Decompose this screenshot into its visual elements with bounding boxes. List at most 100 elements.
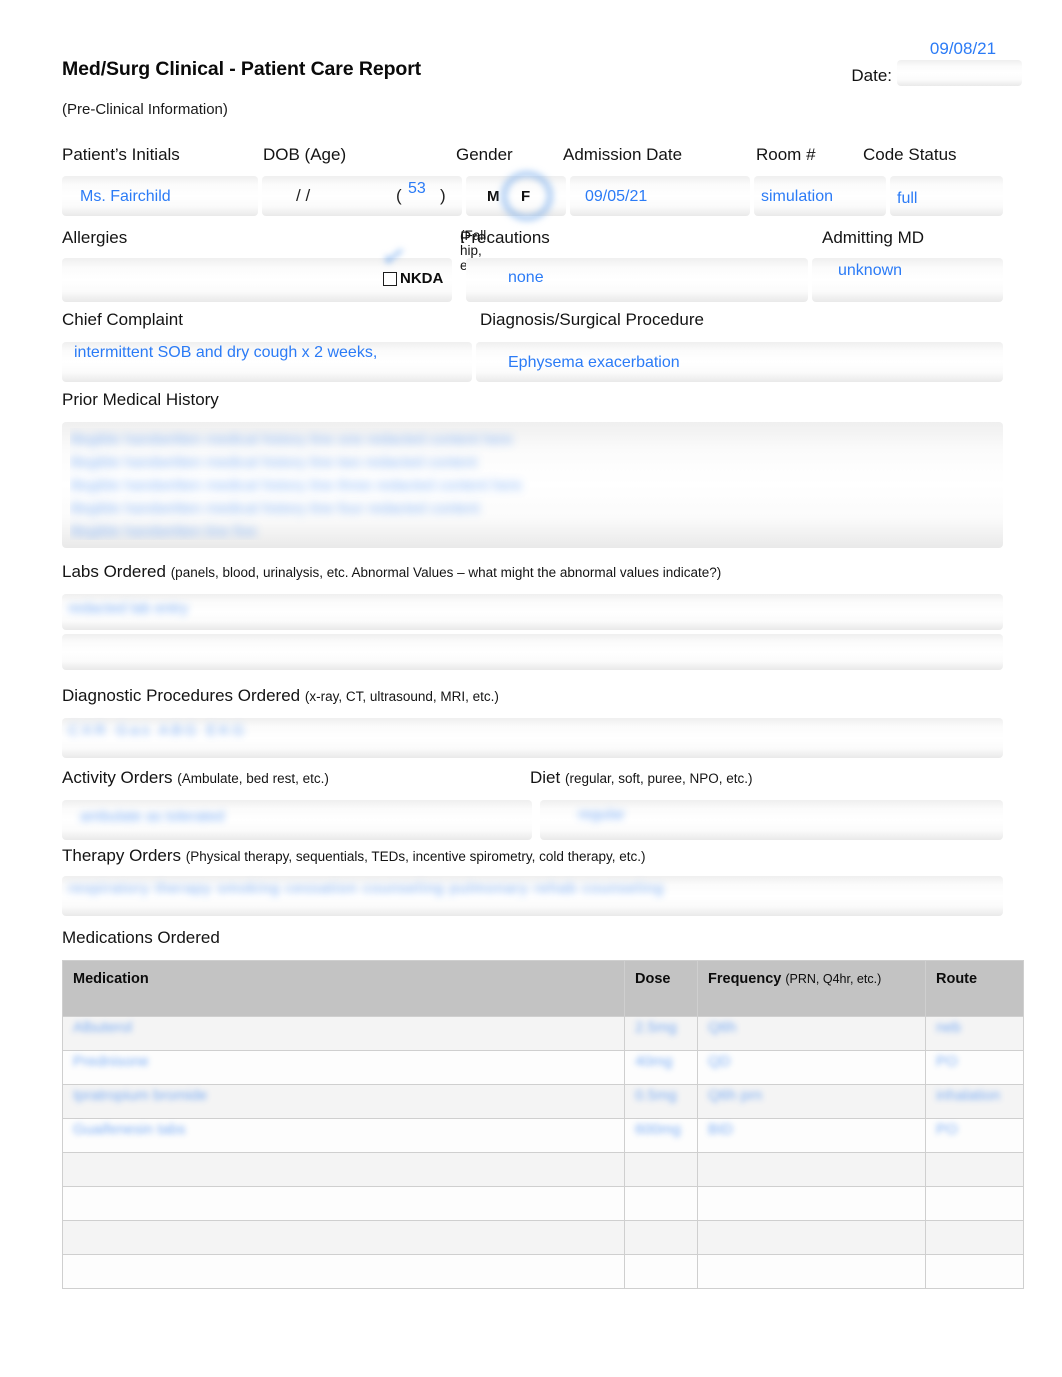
cell-route[interactable]: PO: [925, 1118, 1024, 1153]
gender-option-male[interactable]: M: [487, 188, 500, 205]
column-header-dose: Dose: [624, 960, 698, 1017]
medications-table-header: Medication Dose Frequency (PRN, Q4hr, et…: [62, 960, 1024, 1017]
column-header-frequency-hint: (PRN, Q4hr, etc.): [785, 972, 882, 986]
label-activity-orders: Activity Orders (Ambulate, bed rest, etc…: [62, 768, 329, 787]
label-patient-initials: Patient’s Initials: [62, 145, 180, 164]
table-row[interactable]: [62, 1254, 1024, 1289]
cell-dose[interactable]: 600mg: [624, 1118, 698, 1153]
report-header: Med/Surg Clinical - Patient Care Report …: [62, 58, 421, 118]
cell-dose[interactable]: 40mg: [624, 1050, 698, 1085]
label-diet-hint: (regular, soft, puree, NPO, etc.): [564, 771, 753, 786]
label-diet: Diet (regular, soft, puree, NPO, etc.): [530, 768, 753, 787]
label-code-status: Code Status: [863, 145, 957, 164]
cell-medication[interactable]: Guaifenesin tabs: [62, 1118, 625, 1153]
table-row[interactable]: Albuterol 2.5mg Q6h neb: [62, 1016, 1024, 1051]
activity-orders-value: ambulate as tolerated: [80, 808, 225, 825]
date-field-group: Date: 09/08/21: [851, 39, 1022, 86]
cell-frequency[interactable]: Q6h prn: [697, 1084, 926, 1119]
admission-date-value: 09/05/21: [585, 188, 648, 205]
page-subtitle: (Pre-Clinical Information): [62, 101, 228, 118]
chief-complaint-value: intermittent SOB and dry cough x 2 weeks…: [74, 344, 378, 361]
label-admission-date: Admission Date: [563, 145, 683, 164]
dob-age-input[interactable]: [262, 176, 462, 216]
diagnostic-procedures-value: CXR Gas ABG EKG: [68, 722, 248, 739]
nkda-label: NKDA: [400, 270, 444, 287]
cell-route[interactable]: inhalation: [925, 1084, 1024, 1119]
label-activity-orders-hint: (Ambulate, bed rest, etc.): [177, 771, 329, 786]
label-therapy-orders: Therapy Orders (Physical therapy, sequen…: [62, 846, 646, 865]
cell-route[interactable]: neb: [925, 1016, 1024, 1051]
labs-ordered-input-line2[interactable]: [62, 634, 1003, 670]
table-row[interactable]: [62, 1186, 1024, 1221]
cell-route[interactable]: [925, 1220, 1024, 1255]
patient-care-report-page: Med/Surg Clinical - Patient Care Report …: [0, 0, 1062, 1377]
label-medications-ordered: Medications Ordered: [62, 928, 220, 947]
room-number-value: simulation: [761, 188, 834, 205]
gender-selected-circle-annotation: [501, 171, 553, 221]
cell-route[interactable]: [925, 1254, 1024, 1289]
cell-frequency[interactable]: QD: [697, 1050, 926, 1085]
dob-value: / /: [296, 186, 311, 205]
medications-table-body: Albuterol 2.5mg Q6h neb Prednisone 40mg …: [62, 1016, 1024, 1289]
label-dob-age: DOB (Age): [263, 145, 347, 164]
cell-medication[interactable]: Ipratropium bromide: [62, 1084, 625, 1119]
cell-medication[interactable]: [62, 1186, 625, 1221]
column-header-route: Route: [925, 960, 1024, 1017]
table-row[interactable]: Guaifenesin tabs 600mg BID PO: [62, 1118, 1024, 1153]
label-labs-ordered: Labs Ordered (panels, blood, urinalysis,…: [62, 562, 722, 581]
cell-medication[interactable]: Albuterol: [62, 1016, 625, 1051]
diet-value: regular: [578, 806, 625, 823]
cell-dose[interactable]: [624, 1152, 698, 1187]
cell-frequency[interactable]: Q6h: [697, 1016, 926, 1051]
age-open-paren: (: [396, 186, 402, 205]
cell-route[interactable]: [925, 1186, 1024, 1221]
table-row[interactable]: [62, 1152, 1024, 1187]
cell-dose[interactable]: [624, 1254, 698, 1289]
cell-frequency[interactable]: BID: [697, 1118, 926, 1153]
cell-frequency[interactable]: [697, 1152, 926, 1187]
label-diagnostic-procedures-hint: (x-ray, CT, ultrasound, MRI, etc.): [304, 689, 499, 704]
label-diagnosis: Diagnosis/Surgical Procedure: [480, 310, 704, 329]
age-close-paren: ): [440, 186, 446, 205]
admitting-md-value: unknown: [838, 262, 903, 279]
therapy-orders-value: respiratory therapy smoking cessation co…: [68, 880, 665, 897]
date-value: 09/08/21: [929, 39, 997, 58]
prior-medical-history-value: illegible handwritten medical history li…: [70, 431, 522, 540]
cell-dose[interactable]: 2.5mg: [624, 1016, 698, 1051]
table-row[interactable]: Prednisone 40mg QD PO: [62, 1050, 1024, 1085]
date-input[interactable]: 09/08/21: [897, 39, 1022, 86]
identity-labels-row: Patient’s Initials DOB (Age) Gender Admi…: [0, 145, 1062, 169]
cell-frequency[interactable]: [697, 1220, 926, 1255]
column-header-medication: Medication: [62, 960, 625, 1017]
label-labs-ordered-hint: (panels, blood, urinalysis, etc. Abnorma…: [170, 565, 722, 580]
medications-table: Medication Dose Frequency (PRN, Q4hr, et…: [62, 960, 1024, 1289]
page-title: Med/Surg Clinical - Patient Care Report: [62, 58, 422, 80]
cell-medication[interactable]: [62, 1152, 625, 1187]
cell-medication[interactable]: [62, 1254, 625, 1289]
labs-ordered-value: redacted lab entry: [68, 600, 189, 617]
cell-route[interactable]: PO: [925, 1050, 1024, 1085]
age-value: 53: [408, 180, 426, 197]
cell-medication[interactable]: Prednisone: [62, 1050, 625, 1085]
patient-initials-value: Ms. Fairchild: [80, 188, 171, 205]
cell-frequency[interactable]: [697, 1254, 926, 1289]
label-gender: Gender: [456, 145, 513, 164]
diagnosis-value: Ephysema exacerbation: [508, 354, 680, 371]
cell-route[interactable]: [925, 1152, 1024, 1187]
cell-dose[interactable]: [624, 1220, 698, 1255]
table-row[interactable]: Ipratropium bromide 0.5mg Q6h prn inhala…: [62, 1084, 1024, 1119]
precautions-value: none: [508, 269, 544, 286]
label-chief-complaint: Chief Complaint: [62, 310, 183, 329]
cell-medication[interactable]: [62, 1220, 625, 1255]
label-allergies: Allergies: [62, 228, 128, 247]
cell-dose[interactable]: [624, 1186, 698, 1221]
label-prior-medical-history: Prior Medical History: [62, 390, 219, 409]
code-status-value: full: [897, 190, 918, 207]
date-label: Date:: [851, 66, 892, 85]
label-diagnostic-procedures: Diagnostic Procedures Ordered (x-ray, CT…: [62, 686, 499, 705]
cell-dose[interactable]: 0.5mg: [624, 1084, 698, 1119]
label-therapy-orders-hint: (Physical therapy, sequentials, TEDs, in…: [185, 849, 646, 864]
table-header-row: Medication Dose Frequency (PRN, Q4hr, et…: [62, 960, 1024, 1017]
cell-frequency[interactable]: [697, 1186, 926, 1221]
table-row[interactable]: [62, 1220, 1024, 1255]
